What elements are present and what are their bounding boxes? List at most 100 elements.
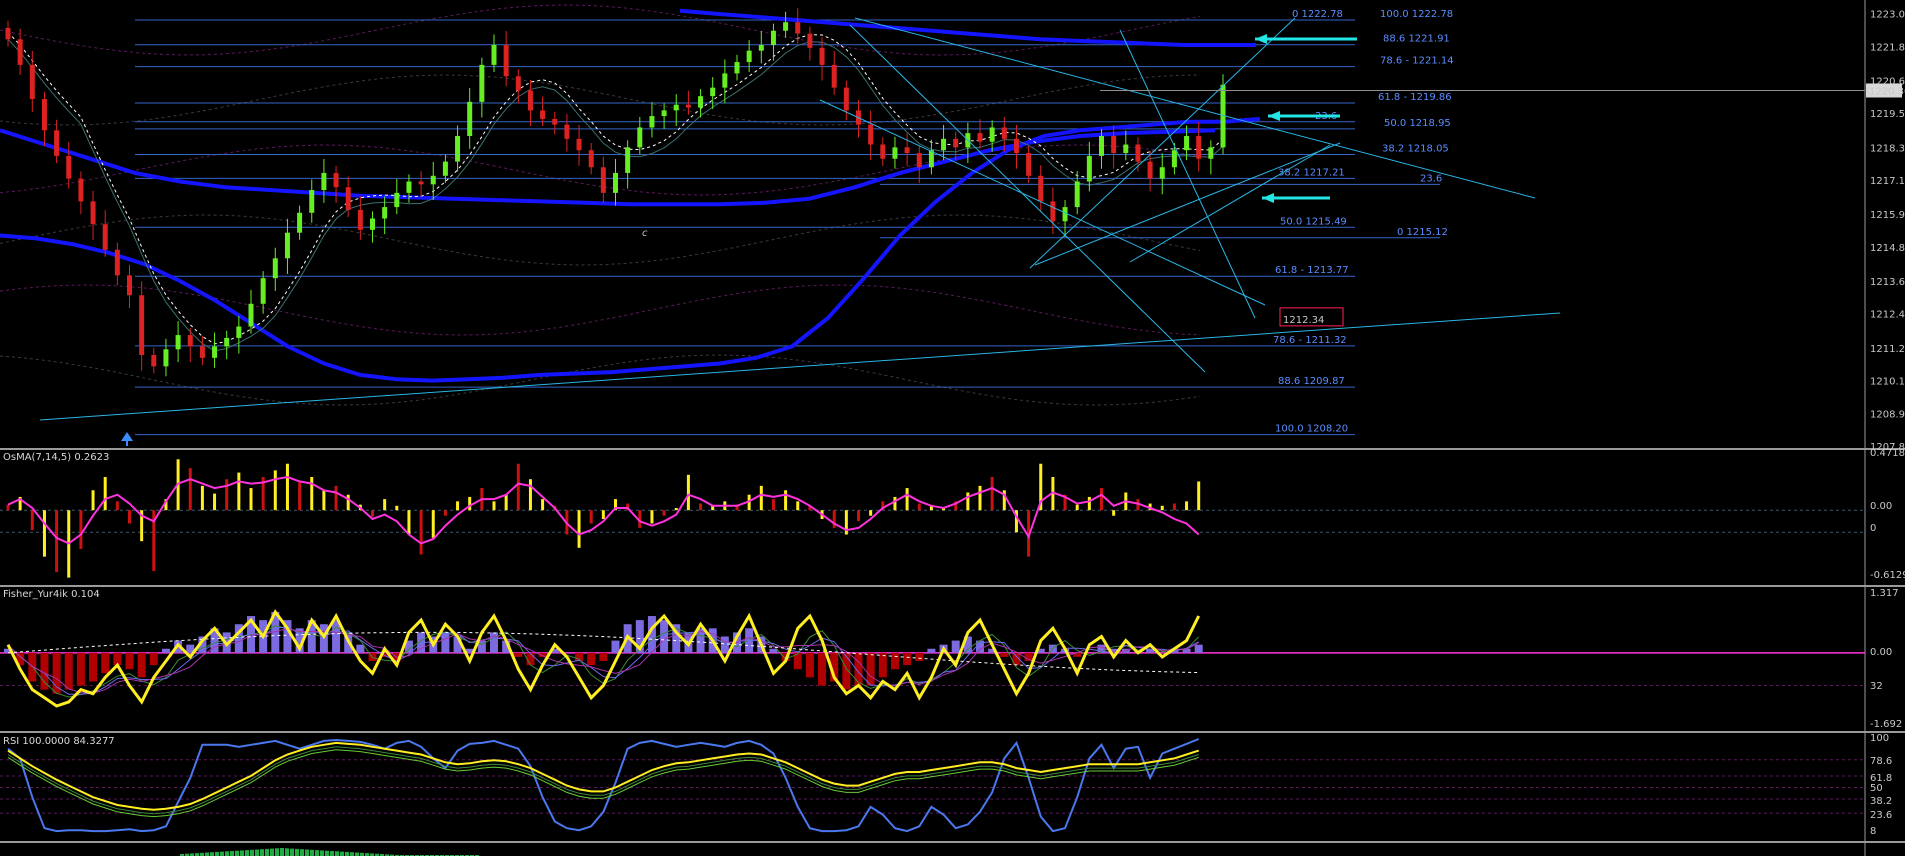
candle-body: [783, 22, 789, 31]
current-price-label: 1220.30: [1869, 86, 1905, 97]
price-tick-label: 1218.30: [1870, 143, 1905, 154]
candle-body: [758, 44, 764, 51]
candle-body: [625, 147, 631, 173]
candle-body: [843, 87, 849, 111]
moving-average-line-upper: [679, 8, 1256, 47]
fisher-histogram-bar: [927, 648, 936, 653]
price-tick-label: 1221.85: [1870, 42, 1905, 53]
trend-line: [1129, 144, 1331, 263]
candle-body: [1111, 135, 1117, 154]
bottom-pane-bar: [220, 851, 224, 856]
fisher-histogram-bar: [52, 652, 61, 694]
candle-body: [29, 64, 35, 100]
fib-level-label: 23.6: [1420, 173, 1442, 184]
cyan-arrow-head: [1255, 34, 1267, 44]
rsi-tick-label: 50: [1870, 783, 1883, 794]
fib-level-label: 78.6 - 1221.14: [1380, 56, 1454, 67]
fisher-histogram-bar: [915, 652, 924, 662]
candle-body: [1074, 181, 1080, 208]
candle-body: [1184, 135, 1190, 151]
candle-body: [613, 172, 618, 193]
bottom-pane-bar: [270, 848, 274, 856]
candle-body: [807, 33, 813, 48]
candle-body: [916, 153, 922, 168]
candle-body: [503, 44, 509, 77]
rsi-tick-label: 100: [1870, 733, 1889, 744]
candle-body: [1135, 144, 1141, 162]
candle-body: [127, 275, 132, 296]
fisher-histogram-bar: [514, 652, 523, 657]
fisher-tick-label: 1.317: [1870, 588, 1899, 599]
fisher-histogram-bar: [101, 652, 110, 674]
fib-level-label: 0 1222.78: [1292, 9, 1343, 20]
candle-body: [661, 110, 667, 117]
up-arrow-icon: [121, 432, 133, 441]
candle-body: [600, 167, 606, 193]
fisher-histogram-bar: [720, 636, 729, 653]
bottom-pane-bar: [300, 849, 304, 856]
candle-body: [1123, 144, 1129, 154]
fisher-histogram-bar: [137, 652, 146, 678]
fisher-histogram-bar: [1194, 644, 1203, 653]
candle-body: [139, 295, 145, 355]
candle-body: [880, 144, 886, 159]
trend-line: [1034, 142, 1341, 266]
candle-body: [370, 218, 375, 230]
fisher-histogram-bar: [441, 632, 450, 653]
candle-body: [588, 150, 594, 168]
candle-body: [284, 232, 290, 259]
bottom-pane-bar: [305, 849, 309, 856]
price-tick-label: 1217.15: [1870, 176, 1905, 187]
candle-body: [224, 337, 230, 347]
fisher-histogram-bar: [805, 652, 814, 678]
pane-separator: [0, 841, 1905, 843]
fib-level-label: 88.6 1209.87: [1278, 376, 1345, 387]
candle-body: [41, 99, 47, 131]
fisher-histogram-bar: [149, 652, 158, 666]
fisher-histogram-bar: [611, 640, 620, 653]
candle-body: [941, 138, 947, 151]
candle-body: [455, 135, 461, 162]
candle-body: [868, 124, 874, 145]
candle-body: [1147, 161, 1153, 179]
candle-body: [260, 278, 266, 304]
envelope-line: [0, 74, 1201, 126]
candle-body: [1013, 138, 1019, 154]
fisher-histogram-bar: [951, 640, 960, 653]
candle-body: [1001, 127, 1007, 139]
fib-level-label: 50.0 1215.49: [1280, 216, 1347, 227]
bottom-pane-bar: [250, 849, 254, 856]
candle-body: [710, 87, 716, 97]
pane-separator: [0, 448, 1905, 450]
osma-tick-label: 0.00: [1870, 501, 1892, 512]
bottom-pane-bar: [255, 849, 259, 856]
chart-canvas[interactable]: 1223.001221.851220.651219.501218.301217.…: [0, 0, 1905, 856]
wave-label: c: [642, 228, 648, 239]
trend-line: [1119, 29, 1256, 319]
candle-body: [637, 127, 643, 148]
fisher-title: Fisher_Yur4ik 0.104: [3, 589, 100, 600]
trend-line: [849, 24, 1206, 373]
bottom-pane-bar: [320, 850, 324, 856]
fisher-histogram-bar: [161, 648, 170, 653]
candle-body: [673, 104, 679, 111]
bottom-pane-bar: [350, 852, 354, 856]
bottom-pane-bar: [325, 850, 329, 856]
rsi-tick-label: 78.6: [1870, 756, 1892, 767]
fisher-histogram-bar: [125, 652, 134, 670]
candle-body: [540, 110, 546, 119]
fisher-tick-label: 32: [1870, 681, 1883, 692]
rsi-tick-label: 23.6: [1870, 810, 1892, 821]
candle-body: [467, 101, 473, 136]
price-tick-label: 1214.80: [1870, 243, 1905, 254]
candle-body: [479, 64, 485, 102]
candle-body: [212, 346, 218, 358]
price-tick-label: 1219.50: [1870, 109, 1905, 120]
candle-body: [90, 201, 96, 225]
osma-title: OsMA(7,14,5) 0.2623: [3, 452, 110, 463]
bottom-pane-bar: [210, 852, 214, 856]
cyan-arrow-head: [1262, 193, 1274, 203]
bottom-pane-bar: [290, 848, 294, 856]
pane-separator: [0, 731, 1905, 733]
rsi-envelope-line: [7, 746, 1199, 815]
